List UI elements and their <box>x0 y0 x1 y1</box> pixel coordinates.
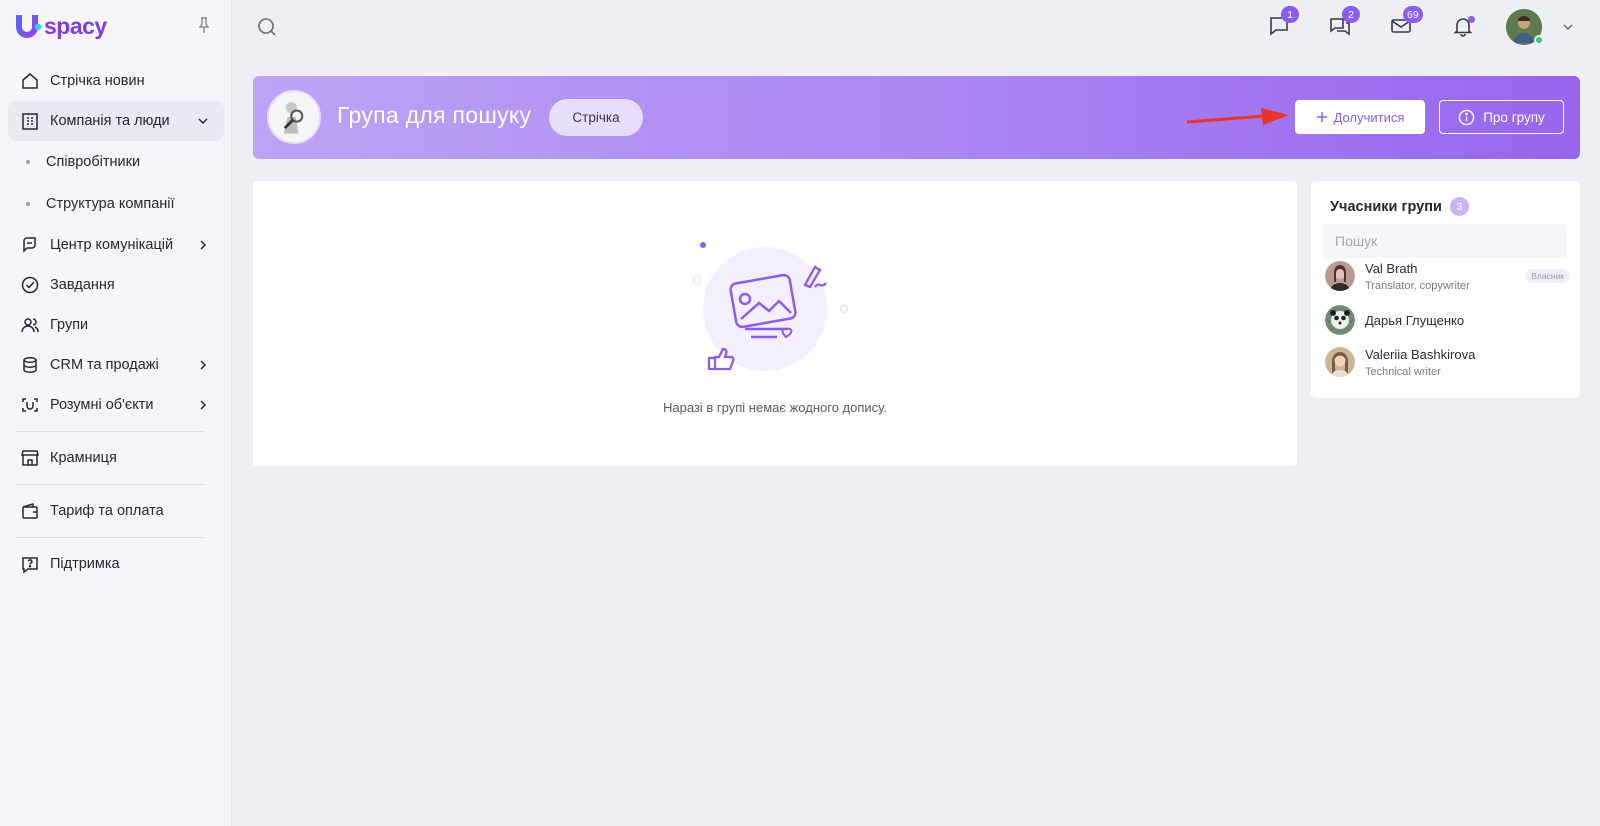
sidebar-item-label: Тариф та оплата <box>50 503 164 519</box>
sidebar-item-crm[interactable]: CRM та продажі <box>8 345 224 385</box>
search-icon[interactable] <box>257 17 277 37</box>
sidebar-item-label: Розумні об'єкти <box>50 397 154 413</box>
group-header: Група для пошуку Стрічка Долучитися Про … <box>253 76 1580 159</box>
info-icon <box>1458 109 1475 125</box>
member-avatar <box>1325 261 1355 291</box>
sidebar-item-support[interactable]: Підтримка <box>8 544 224 584</box>
member-role: Technical writer <box>1365 366 1441 378</box>
chevron-right-icon <box>200 400 207 410</box>
annotation-arrow <box>1187 108 1289 125</box>
sidebar-item-label: Крамниця <box>50 450 117 466</box>
sidebar-item-communication-center[interactable]: Центр комунікацій <box>8 225 224 265</box>
sidebar-item-smart-objects[interactable]: Розумні об'єкти <box>8 385 224 425</box>
member-name: Val Brath <box>1365 261 1418 276</box>
members-search-input[interactable] <box>1323 224 1567 258</box>
group-title: Група для пошуку <box>337 102 532 128</box>
topbar: 1 2 69 <box>233 0 1600 54</box>
sidebar-item-label: CRM та продажі <box>50 357 159 373</box>
group-avatar-image <box>269 92 319 142</box>
chat-badge: 1 <box>1281 6 1299 23</box>
sidebar-divider <box>16 484 204 485</box>
member-avatar <box>1325 305 1355 335</box>
database-icon <box>23 357 37 373</box>
member-item[interactable]: Дарья Глущенко <box>1325 303 1570 339</box>
members-title: Учасники групи 3 <box>1330 197 1469 216</box>
chevron-down-icon <box>198 118 208 125</box>
store-icon <box>21 450 39 466</box>
join-button-label: Долучитися <box>1333 109 1405 125</box>
sidebar-item-label: Стрічка новин <box>50 73 145 89</box>
tab-feed[interactable]: Стрічка <box>549 99 643 136</box>
sidebar-divider <box>16 537 204 538</box>
members-title-label: Учасники групи <box>1330 198 1442 215</box>
feed-card: Наразі в групі немає жодного допису. <box>253 181 1297 466</box>
sidebar-item-news-feed[interactable]: Стрічка новин <box>8 61 224 101</box>
sidebar-item-company-people[interactable]: Компанія та люди <box>8 101 224 141</box>
member-role: Translator, copywriter <box>1365 280 1470 292</box>
chevron-down-icon[interactable] <box>1561 20 1575 34</box>
sidebar-item-label: Завдання <box>50 277 115 293</box>
sidebar-subitem-company-structure[interactable]: Структура компанії <box>8 183 224 225</box>
plus-icon <box>1316 112 1327 122</box>
group-avatar <box>267 90 321 144</box>
member-avatar <box>1325 347 1355 377</box>
join-group-button[interactable]: Долучитися <box>1295 100 1425 134</box>
sidebar-item-label: Групи <box>50 317 89 333</box>
sidebar-item-store[interactable]: Крамниця <box>8 438 224 478</box>
sidebar-subitem-label: Співробітники <box>46 154 141 170</box>
logo[interactable]: spacy <box>12 10 107 42</box>
sidebar-item-label: Центр комунікацій <box>50 237 174 253</box>
member-name: Valeriia Bashkirova <box>1365 347 1476 362</box>
online-status-dot <box>1534 35 1544 45</box>
sidebar-item-label: Підтримка <box>50 556 120 572</box>
home-icon <box>22 73 38 89</box>
owner-badge: Власник <box>1525 269 1570 283</box>
communication-icon <box>23 237 36 253</box>
member-item[interactable]: Valeriia Bashkirova Technical writer <box>1325 345 1570 381</box>
about-button-label: Про групу <box>1483 109 1545 125</box>
notifications-button[interactable] <box>1451 14 1475 38</box>
chevron-right-icon <box>200 240 207 250</box>
sidebar-divider <box>16 431 204 432</box>
pin-icon[interactable] <box>196 16 212 34</box>
sidebar-item-billing[interactable]: Тариф та оплата <box>8 491 224 531</box>
smart-object-icon <box>22 398 38 412</box>
mail-badge: 69 <box>1403 6 1423 23</box>
about-group-button[interactable]: Про групу <box>1439 100 1564 134</box>
member-item[interactable]: Val Brath Translator, copywriter Власник <box>1325 259 1570 295</box>
members-card: Учасники групи 3 Val Brath Translator, c… <box>1311 181 1580 398</box>
sidebar-nav: Стрічка новин Компанія та люди Співробіт… <box>0 61 232 584</box>
messages-button[interactable]: 2 <box>1328 6 1360 38</box>
mail-button[interactable]: 69 <box>1389 6 1423 38</box>
chat-button[interactable]: 1 <box>1267 6 1299 38</box>
messages-badge: 2 <box>1342 6 1360 23</box>
help-icon <box>22 557 38 574</box>
empty-feed-text: Наразі в групі немає жодного допису. <box>663 400 887 415</box>
sidebar-subitem-label: Структура компанії <box>46 196 175 212</box>
check-circle-icon <box>21 276 39 294</box>
logo-text: spacy <box>44 12 107 39</box>
logo-mark-icon <box>16 15 42 38</box>
building-icon <box>22 113 38 130</box>
member-name: Дарья Глущенко <box>1365 313 1465 328</box>
empty-feed-illustration <box>692 242 849 371</box>
notification-dot <box>1468 16 1475 23</box>
user-avatar[interactable] <box>1506 9 1544 45</box>
sidebar-item-tasks[interactable]: Завдання <box>8 265 224 305</box>
sidebar-item-groups[interactable]: Групи <box>8 305 224 345</box>
sidebar-item-label: Компанія та люди <box>50 113 170 129</box>
sidebar: spacy Стрічка новин Компанія та люди Спі… <box>0 0 232 826</box>
chevron-right-icon <box>200 360 207 370</box>
users-icon <box>21 318 39 333</box>
sidebar-subitem-employees[interactable]: Співробітники <box>8 141 224 183</box>
wallet-icon <box>22 502 38 519</box>
members-count-badge: 3 <box>1449 197 1469 216</box>
